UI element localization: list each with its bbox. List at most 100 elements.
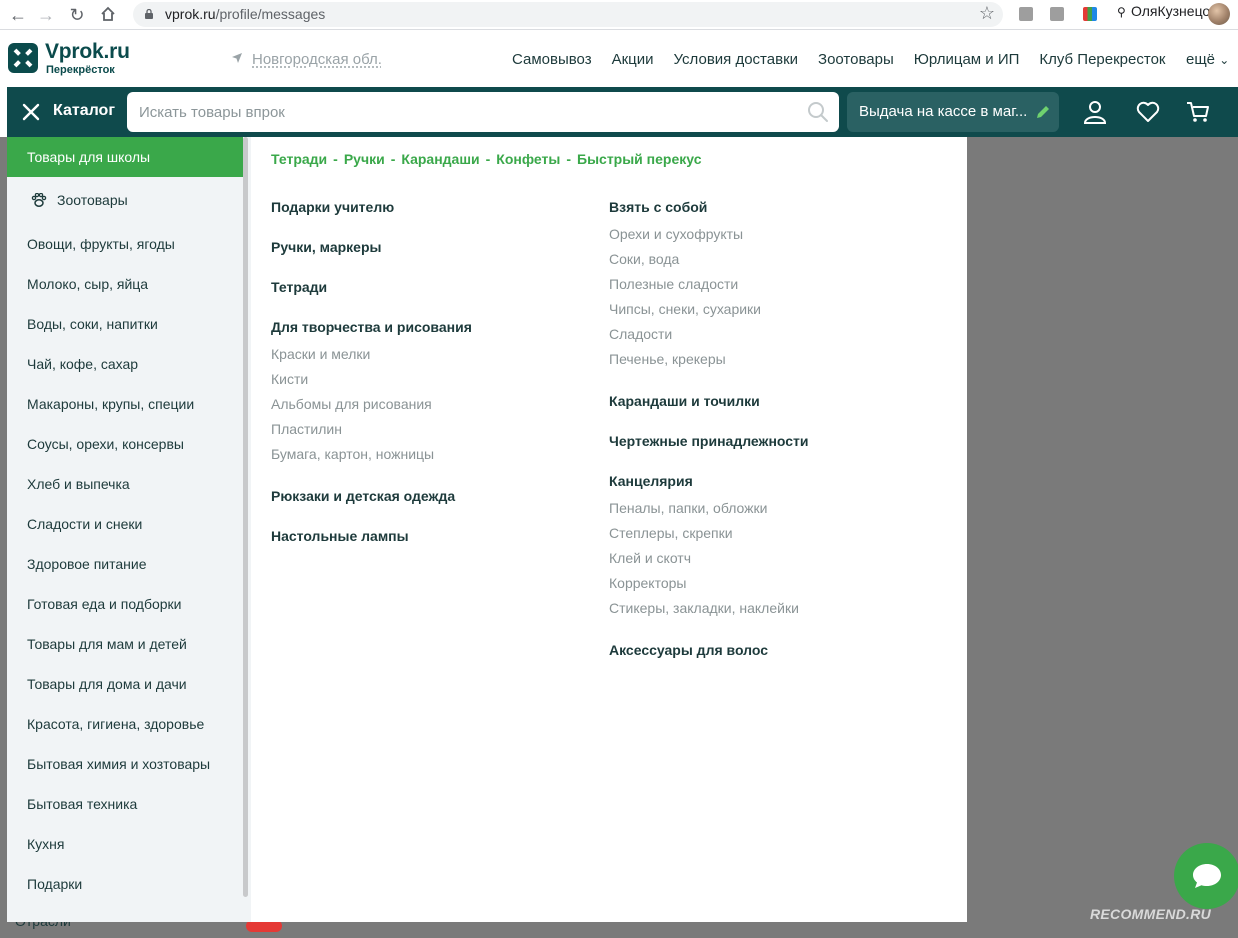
catalog-label: Каталог [53,102,115,119]
nav-link-delivery-terms[interactable]: Условия доставки [674,51,798,68]
url-text: vprok.ru/profile/messages [165,6,326,22]
tag-link[interactable]: Тетради [271,151,327,167]
subcategory-link[interactable]: Степлеры, скрепки [609,525,733,541]
menu-item-drinks[interactable]: Воды, соки, напитки [7,304,243,344]
subcategory-link[interactable]: Альбомы для рисования [271,396,432,412]
nav-link-pet-goods[interactable]: Зоотовары [818,51,894,68]
menu-item-bread[interactable]: Хлеб и выпечка [7,464,243,504]
close-icon[interactable] [21,102,41,122]
menu-item-school[interactable]: Товары для школы [7,137,243,177]
subcategory-panel: Тетради - Ручки - Карандаши - Конфеты - Быстрый … [251,137,967,922]
menu-item-kids[interactable]: Товары для мам и детей [7,624,243,664]
catalog-button[interactable]: Каталог [7,87,124,137]
region-selector[interactable]: Новгородская обл. [252,51,382,68]
subcategory-link[interactable]: Клей и скотч [609,550,691,566]
subcategory-heading[interactable]: Канцелярия [609,473,693,489]
subcategory-heading[interactable]: Ручки, маркеры [271,239,381,255]
cart-icon[interactable] [1185,99,1211,125]
delivery-method-button[interactable]: Выдача на кассе в маг... [847,92,1059,132]
subcategory-link[interactable]: Полезные сладости [609,276,738,292]
chat-button[interactable] [1174,843,1238,909]
subcategory-link[interactable]: Орехи и сухофрукты [609,226,743,242]
subcategory-link[interactable]: Бумага, картон, ножницы [271,446,434,462]
tag-separator: - [566,151,572,167]
forward-icon[interactable]: → [36,5,56,25]
menu-item-tea-coffee[interactable]: Чай, кофе, сахар [7,344,243,384]
heart-icon[interactable] [1135,99,1161,125]
nav-link-business[interactable]: Юрлицам и ИП [914,51,1020,68]
subcategory-heading[interactable]: Настольные лампы [271,528,409,544]
subcategory-link[interactable]: Краски и мелки [271,346,370,362]
location-arrow-icon [232,53,242,63]
reload-icon[interactable]: ↻ [67,5,87,25]
subcategory-link[interactable]: Стикеры, закладки, наклейки [609,600,799,616]
extension-icon[interactable] [1083,7,1097,21]
subcategory-heading[interactable]: Аксессуары для волос [609,642,768,658]
watermark: RECOMMEND.RU [1090,906,1212,922]
subcategory-link[interactable]: Чипсы, снеки, сухарики [609,301,761,317]
delivery-method-label: Выдача на кассе в маг... [859,103,1028,120]
tag-separator: - [333,151,338,167]
pin-icon: ⚲ [1117,5,1126,19]
menu-item-gifts[interactable]: Подарки [7,864,243,904]
nav-link-pickup[interactable]: Самовывоз [512,51,592,68]
nav-link-promotions[interactable]: Акции [612,51,654,68]
menu-item-beauty[interactable]: Красота, гигиена, здоровье [7,704,243,744]
extension-icon[interactable] [1019,7,1033,21]
menu-item-vegetables[interactable]: Овощи, фрукты, ягоды [7,224,243,264]
tag-separator: - [390,151,396,167]
bookmark-star-icon[interactable]: ☆ [979,3,995,24]
menu-item-appliances[interactable]: Бытовая техника [7,784,243,824]
subcategory-heading[interactable]: Взять с собой [609,199,707,215]
back-icon[interactable]: ← [8,5,28,25]
menu-item-pasta[interactable]: Макароны, крупы, специи [7,384,243,424]
search-icon[interactable] [807,101,829,123]
menu-item-sweets[interactable]: Сладости и снеки [7,504,243,544]
menu-item-pets[interactable]: Зоотовары [7,180,243,220]
subcategory-heading[interactable]: Тетради [271,279,327,295]
site-header: Vprok.ru Перекрёсток Новгородская обл. С… [0,30,1238,87]
subcategory-link[interactable]: Соки, вода [609,251,679,267]
top-nav: Самовывоз Акции Условия доставки Зоотова… [512,51,1165,68]
subcategory-link[interactable]: Кисти [271,371,308,387]
search-box [127,92,839,132]
subcategory-heading[interactable]: Для творчества и рисования [271,319,472,335]
avatar[interactable] [1208,3,1230,25]
more-label: ещё [1186,51,1216,68]
subcategory-link[interactable]: Печенье, крекеры [609,351,726,367]
menu-item-household[interactable]: Бытовая химия и хозтовары [7,744,243,784]
user-icon[interactable] [1082,99,1108,125]
menu-item-dairy[interactable]: Молоко, сыр, яйца [7,264,243,304]
menu-item-home[interactable]: Товары для дома и дачи [7,664,243,704]
home-icon[interactable] [98,5,118,25]
subcategory-link[interactable]: Пластилин [271,421,342,437]
more-dropdown[interactable]: ещё ⌄ [1186,51,1229,68]
tag-link[interactable]: Карандаши [401,151,479,167]
catalog-toolbar: Каталог Выдача на кассе в маг... [7,87,1238,137]
menu-item-sauces[interactable]: Соусы, орехи, консервы [7,424,243,464]
tag-link[interactable]: Ручки [344,151,385,167]
nav-link-club[interactable]: Клуб Перекресток [1039,51,1165,68]
tag-link[interactable]: Быстрый перекус [577,151,701,167]
subcategory-heading[interactable]: Карандаши и точилки [609,393,760,409]
logo-subtitle: Перекрёсток [46,64,115,76]
extension-icon[interactable] [1050,7,1064,21]
menu-item-healthy[interactable]: Здоровое питание [7,544,243,584]
subcategory-heading[interactable]: Подарки учителю [271,199,394,215]
logo-title[interactable]: Vprok.ru [45,40,130,64]
subcategory-link[interactable]: Сладости [609,326,672,342]
menu-item-ready-food[interactable]: Готовая еда и подборки [7,584,243,624]
tag-link[interactable]: Конфеты [496,151,560,167]
browser-toolbar: ← → ↻ vprok.ru/profile/messages ☆ ⚲ ОляК… [0,0,1238,30]
logo-icon[interactable] [7,42,39,74]
search-input[interactable] [127,92,787,132]
menu-scrollbar[interactable] [243,137,248,897]
subcategory-link[interactable]: Корректоры [609,575,686,591]
lock-icon [145,9,153,19]
menu-item-kitchen[interactable]: Кухня [7,824,243,864]
address-bar[interactable]: vprok.ru/profile/messages ☆ [133,2,1003,27]
chat-bubble-icon [1193,864,1221,888]
subcategory-heading[interactable]: Рюкзаки и детская одежда [271,488,455,504]
subcategory-link[interactable]: Пеналы, папки, обложки [609,500,768,516]
subcategory-heading[interactable]: Чертежные принадлежности [609,433,809,449]
